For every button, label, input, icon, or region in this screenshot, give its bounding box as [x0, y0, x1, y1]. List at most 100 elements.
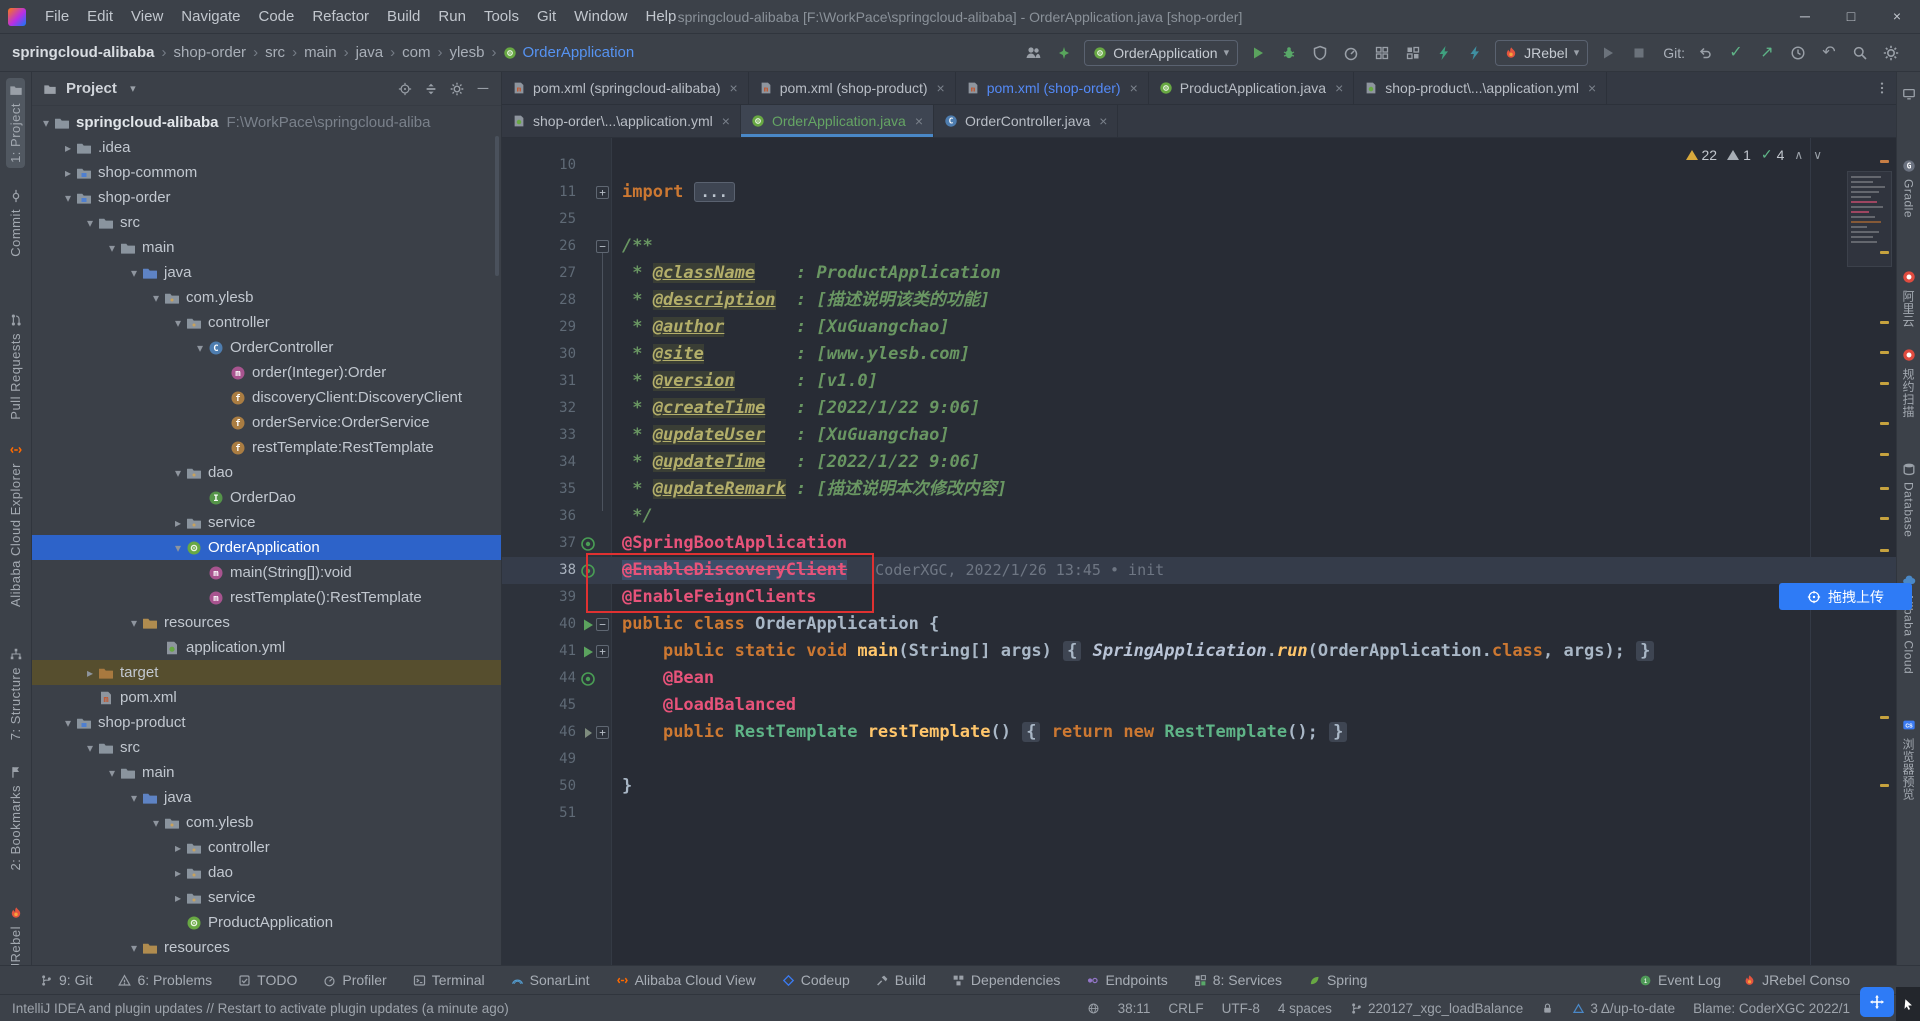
- chevron-down-icon[interactable]: ▾: [148, 291, 164, 305]
- warning-stripe-mark[interactable]: [1880, 549, 1889, 552]
- editor-tab-pom-xml-springcloud-alibaba[interactable]: m pom.xml (springcloud-alibaba) ×: [502, 72, 749, 104]
- tree-item-orderapplication[interactable]: ▾ OrderApplication: [32, 535, 501, 560]
- editor-tab-productapplication-java[interactable]: ProductApplication.java ×: [1149, 72, 1355, 104]
- maximize-button[interactable]: □: [1828, 0, 1874, 33]
- tree-item-main-string-void[interactable]: m main(String[]):void: [32, 560, 501, 585]
- tool-stripe-2-bookmarks[interactable]: 2: Bookmarks: [6, 760, 25, 875]
- line-number-51[interactable]: 51: [502, 800, 576, 827]
- coverage-button[interactable]: [1309, 42, 1331, 64]
- tool-stripe-pull-requests[interactable]: Pull Requests: [6, 308, 25, 425]
- line-number-32[interactable]: 32: [502, 395, 576, 422]
- user-accounts-icon[interactable]: [1022, 42, 1044, 64]
- indent-setting[interactable]: 4 spaces: [1278, 1001, 1332, 1016]
- code-line-49[interactable]: 49: [502, 746, 1896, 773]
- tree-item-com-ylesb[interactable]: ▾ com.ylesb: [32, 810, 501, 835]
- chevron-down-icon[interactable]: ▾: [123, 79, 143, 99]
- editor-tab-ordercontroller-java[interactable]: C OrderController.java ×: [934, 105, 1119, 137]
- line-number-45[interactable]: 45: [502, 692, 576, 719]
- hide-panel-icon[interactable]: ─: [473, 79, 493, 99]
- run-gutter-icon[interactable]: [580, 617, 595, 632]
- breadcrumb-item-main[interactable]: main: [304, 44, 337, 61]
- warning-stripe-mark[interactable]: [1880, 160, 1889, 163]
- fold-marker-plus[interactable]: +: [596, 645, 609, 658]
- settings-icon[interactable]: [1880, 42, 1902, 64]
- tree-item-resttemplate-resttemplate[interactable]: m restTemplate():RestTemplate: [32, 585, 501, 610]
- tree-item-springcloud-alibaba[interactable]: ▾ springcloud-alibaba F:\WorkPace\springcl…: [32, 110, 501, 135]
- close-icon[interactable]: ×: [1099, 113, 1107, 129]
- toolwindow-button-spring[interactable]: Spring: [1308, 972, 1367, 988]
- next-issue-icon[interactable]: ∨: [1813, 148, 1822, 162]
- toolwindow-button-dependencies[interactable]: Dependencies: [952, 972, 1060, 988]
- line-number-50[interactable]: 50: [502, 773, 576, 800]
- tree-item-pom-xml[interactable]: m pom.xml: [32, 685, 501, 710]
- toolwindow-button-todo[interactable]: TODO: [238, 972, 297, 988]
- line-number-26[interactable]: 26: [502, 233, 576, 260]
- tree-item-target[interactable]: ▸ target: [32, 660, 501, 685]
- tree-item-ordercontroller[interactable]: ▾ C OrderController: [32, 335, 501, 360]
- warning-stripe-mark[interactable]: [1880, 422, 1889, 425]
- toolwindow-button-codeup[interactable]: Codeup: [782, 972, 850, 988]
- code-line-45[interactable]: 45 @LoadBalanced: [502, 692, 1896, 719]
- tool-stripe-icon-0[interactable]: [1900, 82, 1918, 106]
- editor-tab-shop-product-application-yml[interactable]: shop-product\...\application.yml ×: [1354, 72, 1608, 104]
- tool-stripe-1-project[interactable]: 1: Project: [6, 78, 25, 168]
- toolwindow-button-9-git[interactable]: 9: Git: [40, 972, 92, 988]
- tree-item-resttemplate-resttemplate[interactable]: f restTemplate:RestTemplate: [32, 435, 501, 460]
- jrebel-select[interactable]: JRebel ▾: [1495, 39, 1589, 66]
- breadcrumb-item-springcloud-alibaba[interactable]: springcloud-alibaba: [12, 44, 155, 61]
- toolwindow-button-event-log[interactable]: 1 Event Log: [1639, 972, 1721, 988]
- editor-tab-pom-xml-shop-product[interactable]: m pom.xml (shop-product) ×: [749, 72, 956, 104]
- ok-count[interactable]: ✓ 4: [1761, 146, 1785, 163]
- code-line-30[interactable]: 30 * @site : [www.ylesb.com]: [502, 341, 1896, 368]
- tree-item-application-yml[interactable]: application.yml: [32, 635, 501, 660]
- run-disabled-button[interactable]: [1597, 42, 1619, 64]
- warning-stripe-mark[interactable]: [1880, 251, 1889, 254]
- code-line-33[interactable]: 33 * @updateUser : [XuGuangchao]: [502, 422, 1896, 449]
- code-line-26[interactable]: 26 −/**: [502, 233, 1896, 260]
- tree-scrollbar[interactable]: [495, 136, 499, 276]
- chevron-down-icon[interactable]: ▾: [82, 741, 98, 755]
- fold-marker-plus[interactable]: +: [596, 726, 609, 739]
- stop-button[interactable]: [1628, 42, 1650, 64]
- line-number-41[interactable]: 41: [502, 638, 576, 665]
- breadcrumb-item-ylesb[interactable]: ylesb: [449, 44, 484, 61]
- close-icon[interactable]: ×: [915, 113, 923, 129]
- tree-item-java[interactable]: ▾ java: [32, 260, 501, 285]
- toolwindow-button-terminal[interactable]: Terminal: [413, 972, 485, 988]
- locate-icon[interactable]: [395, 79, 415, 99]
- rollback-icon[interactable]: ↶: [1818, 42, 1840, 64]
- toolwindow-button-profiler[interactable]: Profiler: [323, 972, 387, 988]
- tool-stripe-jrebel[interactable]: JRebel: [6, 901, 25, 974]
- line-number-29[interactable]: 29: [502, 314, 576, 341]
- close-icon[interactable]: ×: [1335, 80, 1343, 96]
- debug-button[interactable]: [1278, 42, 1300, 64]
- chevron-down-icon[interactable]: ▾: [126, 616, 142, 630]
- run-button[interactable]: [1247, 42, 1269, 64]
- menu-item-git[interactable]: Git: [528, 0, 565, 33]
- code-line-25[interactable]: 25: [502, 206, 1896, 233]
- code-line-34[interactable]: 34 * @updateTime : [2022/1/22 9:06]: [502, 449, 1896, 476]
- tool-stripe-database[interactable]: Database: [1900, 457, 1918, 542]
- chevron-down-icon[interactable]: ▾: [60, 191, 76, 205]
- code-line-27[interactable]: 27 * @className : ProductApplication: [502, 260, 1896, 287]
- line-number-37[interactable]: 37: [502, 530, 576, 557]
- tree-item-order-integer-order[interactable]: m order(Integer):Order: [32, 360, 501, 385]
- toolwindow-button-endpoints[interactable]: Endpoints: [1086, 972, 1168, 988]
- chevron-down-icon[interactable]: ▾: [38, 116, 54, 130]
- concurrency-diagram-button[interactable]: [1371, 42, 1393, 64]
- chevron-down-icon[interactable]: ▾: [126, 266, 142, 280]
- warning-stripe-mark[interactable]: [1880, 784, 1889, 787]
- code-line-32[interactable]: 32 * @createTime : [2022/1/22 9:06]: [502, 395, 1896, 422]
- code-line-41[interactable]: 41 + public static void main(String[] arg…: [502, 638, 1896, 665]
- spring-bean-gutter-icon[interactable]: [580, 671, 595, 686]
- attach-profiler-button[interactable]: [1402, 42, 1424, 64]
- status-message[interactable]: IntelliJ IDEA and plugin updates // Rest…: [12, 1001, 509, 1016]
- warning-stripe-mark[interactable]: [1880, 487, 1889, 490]
- tree-item-main[interactable]: ▾ main: [32, 235, 501, 260]
- chevron-down-icon[interactable]: ▾: [192, 341, 208, 355]
- menu-item-file[interactable]: File: [36, 0, 78, 33]
- tree-item-java[interactable]: ▾ java: [32, 785, 501, 810]
- tool-stripe-item[interactable]: CS 浏览器预览: [1898, 713, 1919, 806]
- line-number-39[interactable]: 39: [502, 584, 576, 611]
- capture-cursor-button[interactable]: [1896, 987, 1920, 1021]
